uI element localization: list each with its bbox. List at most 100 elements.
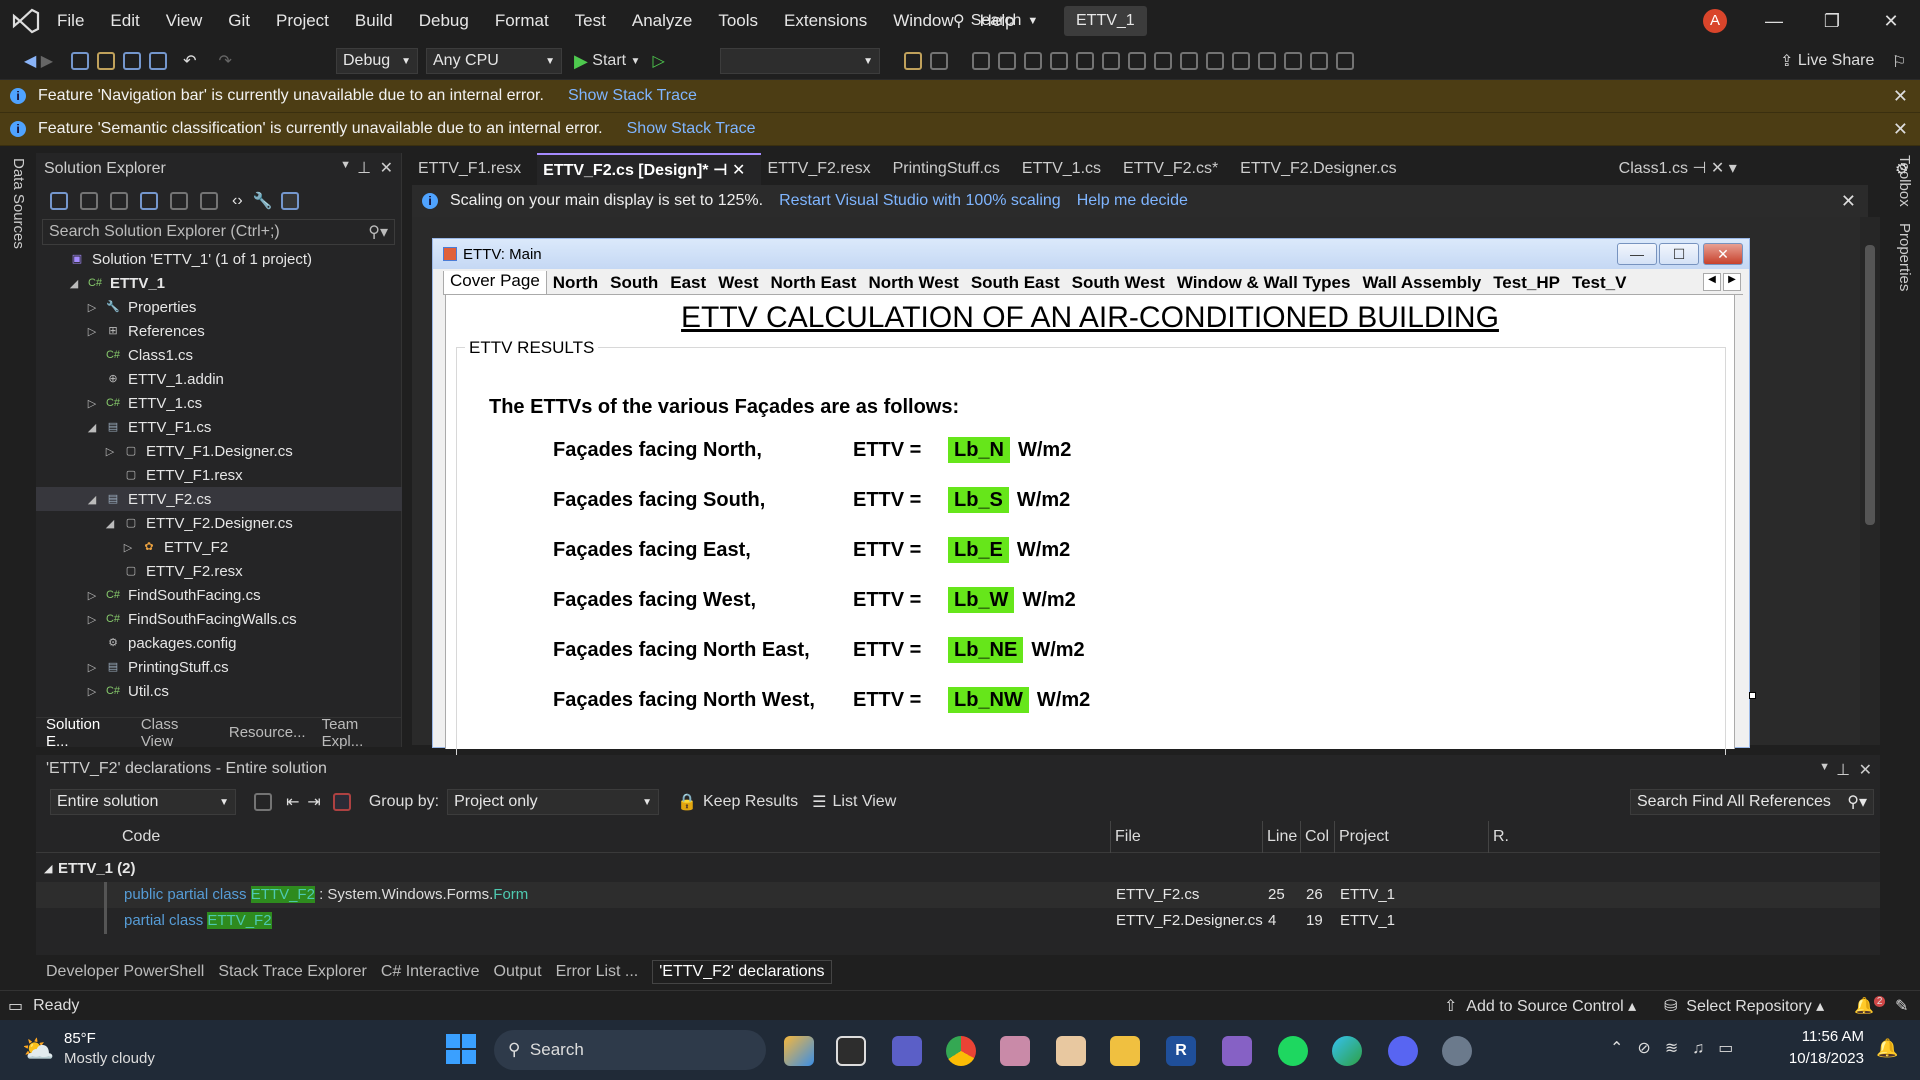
expand-arrow-icon[interactable]: ▷	[102, 445, 118, 458]
feedback-icon[interactable]: ⚐	[1892, 52, 1906, 72]
form-tab[interactable]: Cover Page	[443, 271, 547, 294]
expand-icon[interactable]: ◢	[44, 856, 52, 882]
weather-desc[interactable]: Mostly cloudy	[64, 1050, 155, 1067]
close-icon[interactable]: ✕	[732, 162, 745, 179]
expand-arrow-icon[interactable]: ◢	[66, 277, 82, 290]
copilot-icon[interactable]	[784, 1036, 814, 1066]
tree-item[interactable]: ▷ C# FindSouthFacingWalls.cs	[36, 607, 402, 631]
form-tab[interactable]: Test_V	[1566, 272, 1633, 294]
settings-icon[interactable]	[1442, 1036, 1472, 1066]
menu-item-edit[interactable]: Edit	[97, 0, 152, 42]
tree-item[interactable]: ▷ C# FindSouthFacing.cs	[36, 583, 402, 607]
history-icon[interactable]	[80, 192, 98, 210]
bottom-tab[interactable]: C# Interactive	[381, 963, 480, 981]
platform-select[interactable]: Any CPU ▼	[426, 48, 562, 74]
expand-arrow-icon[interactable]: ▷	[84, 661, 100, 674]
startup-item-select[interactable]: ▼	[720, 48, 880, 74]
tree-item[interactable]: ◢ ▤ ETTV_F1.cs	[36, 415, 402, 439]
expand-arrow-icon[interactable]: ▷	[84, 589, 100, 602]
expand-arrow-icon[interactable]: ▷	[84, 397, 100, 410]
se-tab[interactable]: Solution E...	[46, 716, 125, 750]
close-icon[interactable]: ✕	[380, 158, 393, 178]
open-folder-icon[interactable]	[97, 52, 116, 70]
start-button[interactable]: ▶ Start ▼ ▷	[574, 47, 665, 75]
find-search-input[interactable]: Search Find All References ⚲▾	[1630, 789, 1874, 815]
menu-item-extensions[interactable]: Extensions	[771, 0, 880, 42]
ettv-value-label[interactable]: Lb_NW	[948, 687, 1029, 713]
col-line[interactable]: Line	[1262, 821, 1297, 853]
toolbox-tab[interactable]: Toolbox	[1896, 155, 1913, 207]
same-size-icon[interactable]	[1206, 52, 1224, 70]
close-button[interactable]: ✕	[1862, 0, 1920, 42]
doc-tab[interactable]: ETTV_F2.cs*	[1117, 153, 1234, 185]
doc-tab[interactable]: ETTV_F2.resx	[761, 153, 886, 185]
tree-item[interactable]: ◢ C# ETTV_1	[36, 271, 402, 295]
show-stack-trace-link[interactable]: Show Stack Trace	[627, 120, 756, 138]
sync-icon[interactable]	[50, 192, 68, 210]
se-tab[interactable]: Resource...	[229, 724, 306, 741]
live-share-button[interactable]: ⇪ Live Share	[1780, 47, 1874, 75]
scroll-thumb[interactable]	[1865, 245, 1875, 525]
doc-tab[interactable]: ETTV_F1.resx	[412, 153, 537, 185]
new-project-icon[interactable]	[71, 52, 90, 70]
redo-icon[interactable]: ↷	[218, 51, 231, 71]
close-icon[interactable]: ✕ ▾	[1711, 160, 1737, 177]
form-tab[interactable]: West	[712, 272, 764, 294]
se-tab[interactable]: Class View	[141, 716, 213, 750]
form-tab[interactable]: South	[604, 272, 664, 294]
tree-item[interactable]: ▢ ETTV_F2.resx	[36, 559, 402, 583]
align-top-icon[interactable]	[1076, 52, 1094, 70]
file-explorer-icon[interactable]	[1110, 1036, 1140, 1066]
doc-tab[interactable]: ETTV_F2.cs [Design]* ⊣ ✕	[537, 153, 762, 185]
ettv-value-label[interactable]: Lb_S	[948, 487, 1009, 513]
tree-item[interactable]: ▷ C# Util.cs	[36, 679, 402, 703]
preview-icon[interactable]	[280, 192, 299, 210]
tree-item[interactable]: C# Class1.cs	[36, 343, 402, 367]
r-studio-icon[interactable]: R	[1166, 1036, 1196, 1066]
form-tab[interactable]: South East	[965, 272, 1066, 294]
result-row[interactable]: public partial class ETTV_F2 : System.Wi…	[36, 882, 1880, 908]
align-bottom-icon[interactable]	[1128, 52, 1146, 70]
form-minimize-button[interactable]: —	[1617, 243, 1657, 265]
form-tab[interactable]: Wall Assembly	[1356, 272, 1487, 294]
menu-item-git[interactable]: Git	[215, 0, 263, 42]
group-row[interactable]: ◢ ETTV_1 (2)	[36, 856, 1880, 882]
doc-tab[interactable]: Class1.cs ⊣ ✕ ▾	[1613, 153, 1753, 185]
restart-scaling-link[interactable]: Restart Visual Studio with 100% scaling	[779, 192, 1061, 210]
ettv-value-label[interactable]: Lb_NE	[948, 637, 1024, 663]
edge-icon[interactable]	[1332, 1036, 1362, 1066]
col-r[interactable]: R.	[1488, 821, 1509, 853]
clock-date[interactable]: 10/18/2023	[1782, 1050, 1864, 1067]
copy-icon[interactable]	[254, 793, 272, 811]
menu-item-file[interactable]: File	[44, 0, 97, 42]
menu-item-view[interactable]: View	[153, 0, 216, 42]
send-back-icon[interactable]	[1336, 52, 1354, 70]
col-code[interactable]: Code	[122, 821, 160, 853]
form-tab[interactable]: Test_HP	[1487, 272, 1566, 294]
teams-icon[interactable]	[892, 1036, 922, 1066]
same-height-icon[interactable]	[1180, 52, 1198, 70]
winform-main[interactable]: ETTV: Main — ☐ ✕ Cover Page North South Eas…	[432, 238, 1750, 767]
align-middle-icon[interactable]	[1102, 52, 1120, 70]
tab-scroll-left-icon[interactable]: ◀	[1703, 273, 1721, 291]
show-all-files-icon[interactable]	[200, 192, 218, 210]
tree-item[interactable]: ◢ ▤ ETTV_F2.cs	[36, 487, 402, 511]
menu-item-tools[interactable]: Tools	[705, 0, 771, 42]
menu-item-test[interactable]: Test	[562, 0, 619, 42]
form-titlebar[interactable]: ETTV: Main — ☐ ✕	[433, 239, 1749, 269]
config-select[interactable]: Debug ▼	[336, 48, 418, 74]
menu-item-format[interactable]: Format	[482, 0, 562, 42]
ettv-value-label[interactable]: Lb_E	[948, 537, 1009, 563]
clock-time[interactable]: 11:56 AM	[1782, 1028, 1864, 1045]
select-repository-button[interactable]: ⛁ Select Repository ▴	[1664, 996, 1824, 1016]
filter-icon[interactable]	[332, 793, 351, 811]
group-by-select[interactable]: Project only ▼	[447, 789, 660, 815]
spotify-icon[interactable]	[1278, 1036, 1308, 1066]
ettv-value-label[interactable]: Lb_N	[948, 437, 1010, 463]
search-button[interactable]: ⚲ Search ▼	[953, 8, 1038, 34]
tree-item[interactable]: ▢ ETTV_F1.resx	[36, 463, 402, 487]
close-icon[interactable]: ✕	[1893, 86, 1908, 107]
resize-handle-icon[interactable]	[1749, 692, 1756, 699]
col-file[interactable]: File	[1110, 821, 1141, 853]
chevron-down-icon[interactable]: ▼	[1819, 761, 1830, 773]
